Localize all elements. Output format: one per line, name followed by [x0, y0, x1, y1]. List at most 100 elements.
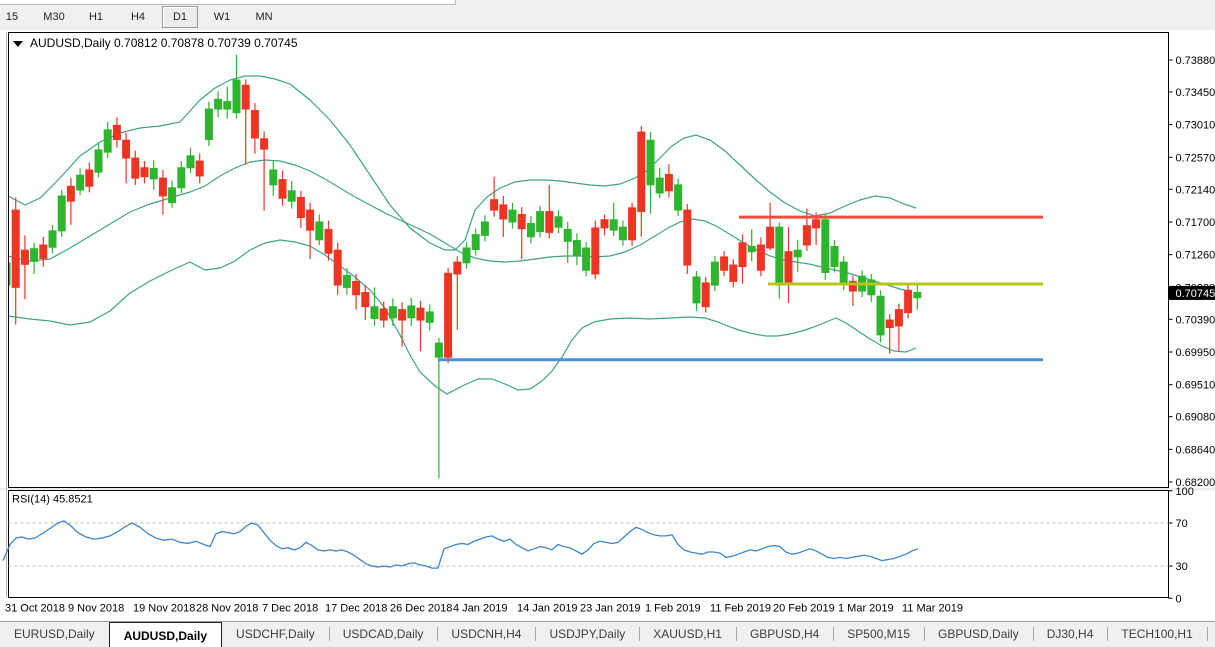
price-axis-label: 0.70390: [1176, 314, 1215, 326]
chart-tab-audusd-daily[interactable]: AUDUSD,Daily: [109, 622, 222, 647]
price-chart[interactable]: AUDUSD,Daily 0.70812 0.70878 0.70739 0.7…: [0, 30, 1215, 621]
candle-body: [297, 197, 304, 217]
date-axis-label[interactable]: 23 Jan 2019: [580, 603, 641, 615]
candle-body: [739, 243, 746, 267]
timeframe-button-d1[interactable]: D1: [162, 6, 198, 28]
chart-tab-eurusd-daily[interactable]: EURUSD,Daily: [0, 623, 109, 645]
candle-body: [776, 227, 783, 285]
candle-body: [684, 210, 691, 265]
candle-body: [426, 312, 433, 322]
candle-body: [785, 252, 792, 283]
rsi-axis-label: 100: [1176, 486, 1194, 498]
timeframe-buttons: 15 M30 H1 H4 D1 W1 MN: [0, 6, 285, 28]
candle-body: [840, 262, 847, 283]
candle-body: [748, 246, 755, 251]
candle-body: [325, 229, 332, 253]
candle-body: [288, 191, 295, 201]
candle-body: [638, 132, 645, 212]
candle-body: [822, 220, 829, 273]
candle-body: [601, 220, 608, 228]
candle-body: [675, 185, 682, 210]
chart-tab-gbpusd-daily[interactable]: GBPUSD,Daily: [924, 623, 1033, 645]
candle-body: [31, 249, 38, 262]
timeframe-button-h1[interactable]: H1: [78, 6, 114, 28]
date-axis-label[interactable]: 4 Jan 2019: [453, 603, 507, 615]
timeframe-button-w1[interactable]: W1: [204, 6, 240, 28]
timeframe-button-h4[interactable]: H4: [120, 6, 156, 28]
candle-body: [895, 310, 902, 326]
chart-tab-usdcnh-h4[interactable]: USDCNH,H4: [437, 623, 535, 645]
date-axis-label[interactable]: 7 Dec 2018: [262, 603, 318, 615]
candle-body: [205, 109, 212, 139]
date-axis-label[interactable]: 1 Feb 2019: [645, 603, 701, 615]
candle-body: [757, 245, 764, 270]
candle-body: [371, 307, 378, 319]
candle-body: [178, 168, 185, 188]
candle-body: [362, 293, 369, 307]
date-axis-label[interactable]: 31 Oct 2018: [5, 603, 65, 615]
price-axis-label: 0.68640: [1176, 444, 1215, 456]
candle-body: [242, 85, 249, 109]
timeframe-button-mn[interactable]: MN: [246, 6, 282, 28]
candle-body: [141, 168, 148, 177]
candle-body: [343, 275, 350, 287]
candle-body: [803, 226, 810, 245]
candle-body: [21, 250, 28, 264]
candle-body: [509, 210, 516, 222]
candle-body: [583, 248, 590, 270]
date-axis-label[interactable]: 11 Mar 2019: [902, 603, 963, 615]
candle-body: [481, 222, 488, 235]
candle-body: [555, 217, 562, 227]
rsi-panel[interactable]: [9, 491, 1169, 598]
timeframe-button-m30[interactable]: M30: [36, 6, 72, 28]
candle-body: [656, 178, 663, 193]
candle-body: [113, 125, 120, 139]
date-axis-label[interactable]: 17 Dec 2018: [325, 603, 387, 615]
chart-title: AUDUSD,Daily 0.70812 0.70878 0.70739 0.7…: [30, 36, 298, 50]
current-price-label: 0.70745: [1176, 288, 1215, 300]
candle-body: [150, 168, 157, 178]
toolbar-remnant: [0, 0, 456, 5]
chart-tab-sp500-m15[interactable]: SP500,M15: [833, 623, 924, 645]
date-axis-label[interactable]: 26 Dec 2018: [390, 603, 452, 615]
candle-body: [868, 280, 875, 295]
chart-tab-usdcad-daily[interactable]: USDCAD,Daily: [329, 623, 438, 645]
candle-body: [261, 139, 268, 149]
chart-tab-ukc[interactable]: UKC: [1207, 623, 1215, 645]
candle-body: [730, 265, 737, 281]
chart-tab-usdjpy-daily[interactable]: USDJPY,Daily: [535, 623, 639, 645]
candle-body: [619, 227, 626, 240]
date-axis-label[interactable]: 14 Jan 2019: [517, 603, 578, 615]
candle-body: [224, 102, 231, 109]
date-axis-label[interactable]: 1 Mar 2019: [838, 603, 894, 615]
candle-body: [610, 220, 617, 230]
candle-body: [445, 273, 452, 357]
chart-tab-usdchf-daily[interactable]: USDCHF,Daily: [222, 623, 329, 645]
date-axis-label[interactable]: 9 Nov 2018: [68, 603, 124, 615]
candle-body: [794, 250, 801, 257]
candle-body: [721, 257, 728, 270]
chart-tab-gbpusd-h4[interactable]: GBPUSD,H4: [736, 623, 833, 645]
chart-tab-xauusd-h1[interactable]: XAUUSD,H1: [639, 623, 736, 645]
candle-body: [518, 215, 525, 229]
chart-tab-dj30-h4[interactable]: DJ30,H4: [1033, 623, 1108, 645]
rsi-axis-label: 0: [1176, 593, 1182, 605]
price-axis-label: 0.72570: [1176, 152, 1215, 164]
candle-body: [877, 296, 884, 335]
date-axis-label[interactable]: 20 Feb 2019: [773, 603, 835, 615]
date-axis-label[interactable]: 19 Nov 2018: [133, 603, 195, 615]
candle-body: [77, 175, 84, 190]
candle-body: [67, 186, 74, 201]
candle-body: [905, 290, 912, 312]
candle-body: [546, 212, 553, 233]
price-axis-label: 0.73880: [1176, 55, 1215, 67]
candle-body: [914, 293, 921, 298]
date-axis-label[interactable]: 28 Nov 2018: [196, 603, 258, 615]
candle-body: [380, 309, 387, 320]
timeframe-button-15[interactable]: 15: [0, 6, 30, 28]
chart-tab-tech100-h1[interactable]: TECH100,H1: [1107, 623, 1206, 645]
candle-body: [537, 212, 544, 232]
candle-body: [196, 161, 203, 176]
date-axis-label[interactable]: 11 Feb 2019: [710, 603, 771, 615]
candle-body: [270, 170, 277, 185]
